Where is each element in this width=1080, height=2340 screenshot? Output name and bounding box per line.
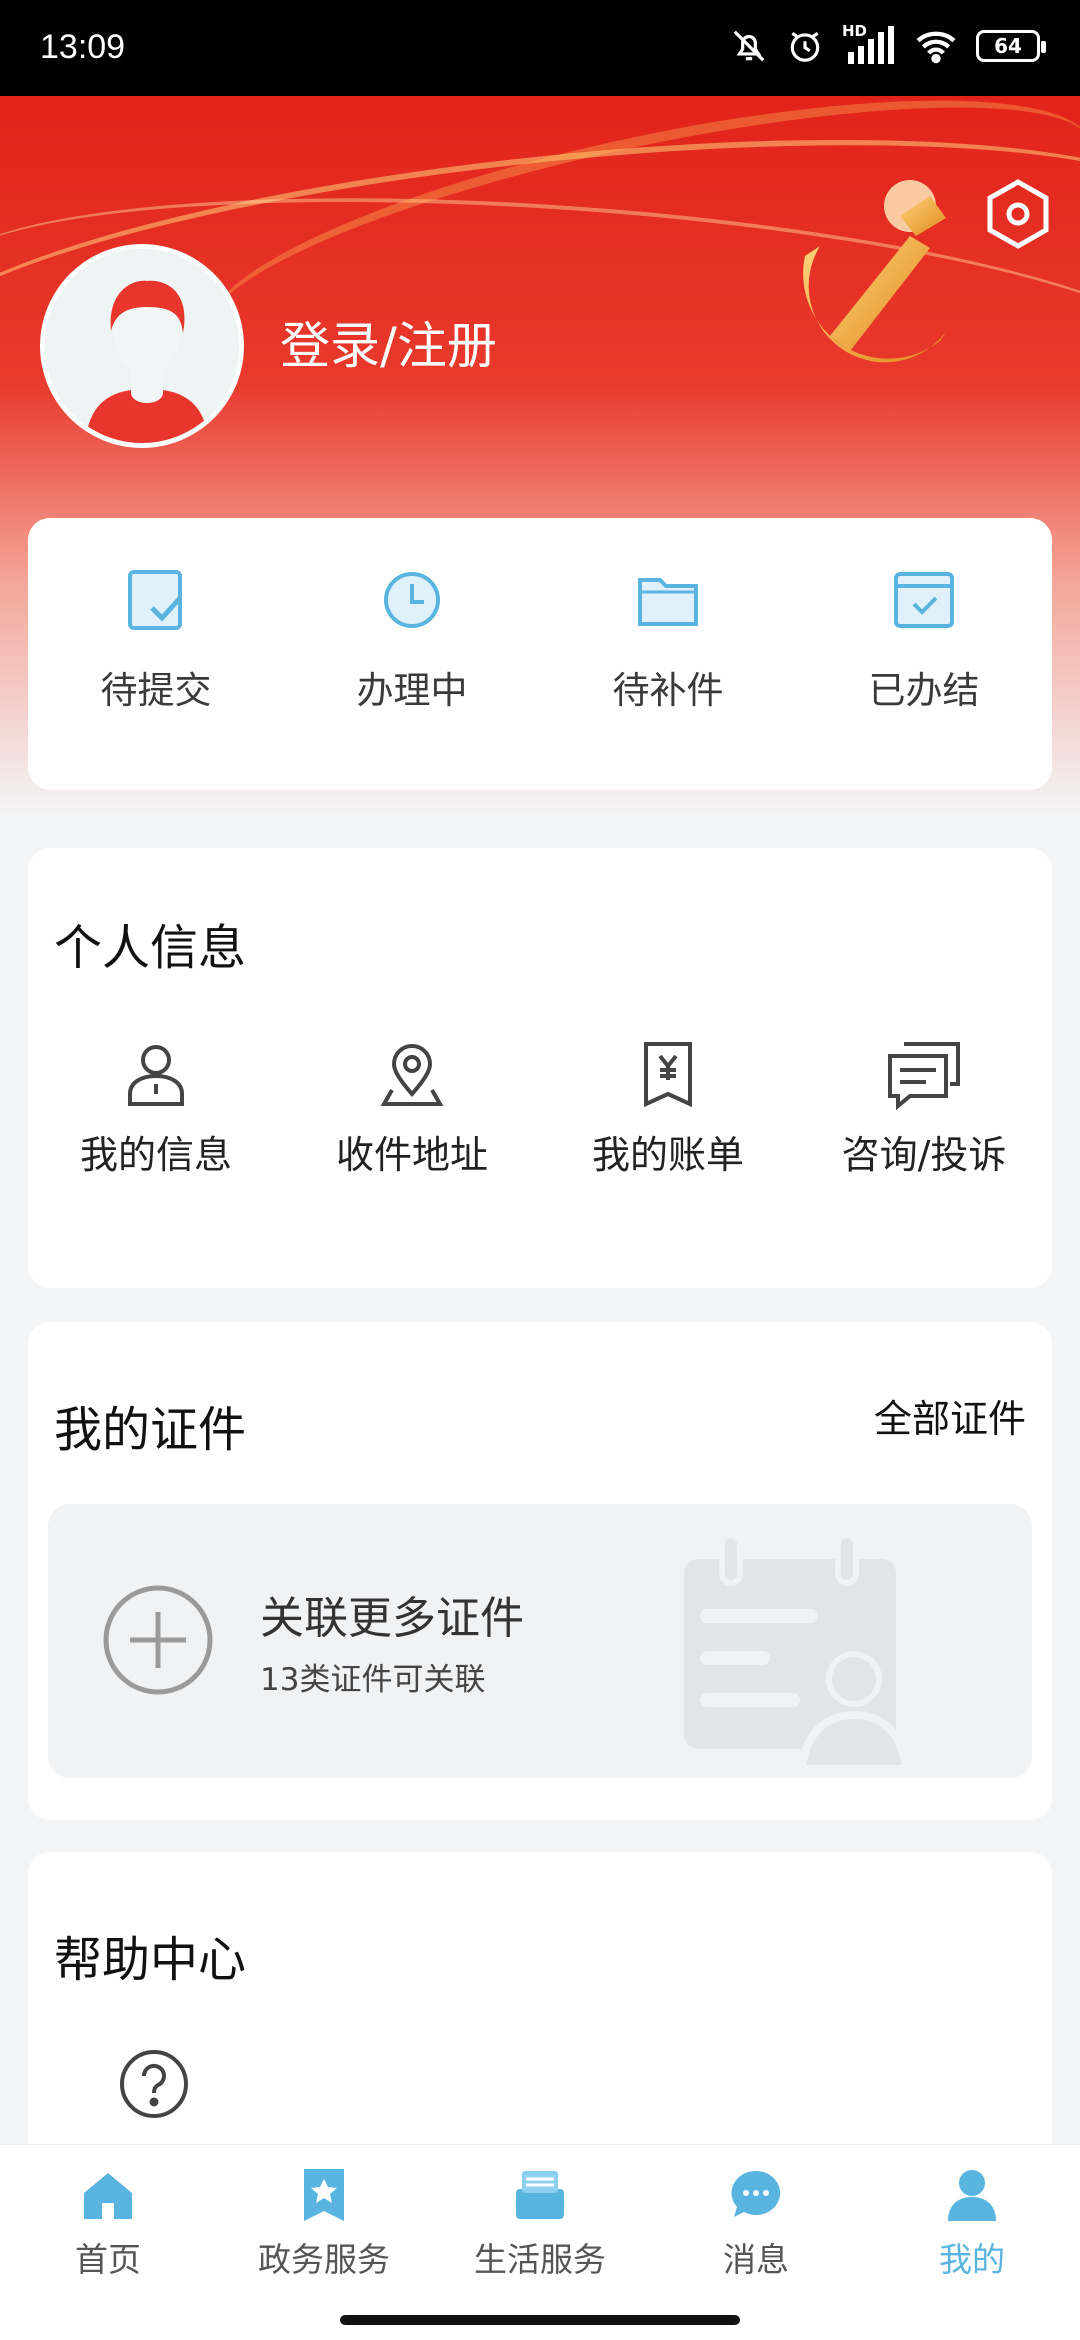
nav-government-services[interactable]: 政务服务	[216, 2165, 432, 2281]
party-emblem-icon	[803, 180, 950, 363]
status-tab-completed[interactable]: 已办结	[796, 562, 1052, 714]
status-icons: HD 64	[730, 22, 1046, 66]
submit-pending-icon	[128, 570, 182, 630]
link-certificates-box[interactable]: 关联更多证件 13类证件可关联	[48, 1504, 1032, 1778]
message-icon	[731, 2170, 781, 2217]
bottom-navigation: 首页 政务服务 生活服务 消息 我的	[0, 2144, 1080, 2340]
section-title-certificates: 我的证件	[54, 1402, 247, 1458]
profile-icon	[948, 2170, 996, 2221]
nav-label: 政务服务	[258, 2240, 390, 2279]
consult-complain-item[interactable]: 咨询/投诉	[796, 1038, 1052, 1179]
delivery-address-item[interactable]: 收件地址	[284, 1038, 540, 1179]
folder-icon	[638, 578, 698, 626]
nav-profile[interactable]: 我的	[864, 2165, 1080, 2281]
home-icon	[84, 2173, 132, 2219]
my-bill-item[interactable]: 我的账单	[540, 1038, 796, 1179]
status-tab-label: 待提交	[100, 669, 212, 712]
mute-bell-icon	[733, 30, 765, 62]
battery-level: 64	[994, 34, 1022, 58]
all-certificates-link[interactable]: 全部证件	[874, 1388, 1026, 1443]
nav-life-services[interactable]: 生活服务	[432, 2165, 648, 2281]
my-info-item[interactable]: 我的信息	[28, 1038, 284, 1179]
status-time: 13:09	[40, 28, 126, 66]
signal-icon: HD	[842, 22, 896, 66]
government-service-icon	[304, 2169, 344, 2221]
signal-hd-label: HD	[842, 22, 868, 40]
application-status-card: 待提交 办理中 待补件 已办结	[28, 518, 1052, 790]
status-bar: 13:09 HD 64	[0, 0, 1080, 96]
clock-icon	[384, 572, 440, 628]
settings-hexagon-icon[interactable]	[980, 176, 1056, 252]
section-title-help: 帮助中心	[54, 1932, 247, 1988]
chat-icon	[888, 1042, 960, 1110]
battery-icon: 64	[976, 30, 1046, 62]
user-icon	[128, 1045, 184, 1106]
plus-circle-icon	[103, 1585, 213, 1695]
linkable-certificates-count: 13类证件可关联	[260, 1662, 486, 1698]
link-more-certificates-label: 关联更多证件	[260, 1593, 524, 1644]
alarm-icon	[790, 32, 820, 62]
status-tab-processing[interactable]: 办理中	[284, 562, 540, 714]
nav-label: 我的	[939, 2240, 1005, 2279]
login-register-link[interactable]: 登录/注册	[280, 306, 497, 378]
home-indicator[interactable]	[340, 2315, 740, 2325]
my-certificates-card: 我的证件 全部证件 关联更多证件 13类证件可关联	[28, 1322, 1052, 1820]
status-tab-label: 已办结	[868, 669, 980, 712]
life-service-icon	[516, 2171, 564, 2219]
certificate-card-icon	[684, 1532, 911, 1769]
info-item-label: 收件地址	[335, 1133, 488, 1177]
nav-label: 消息	[723, 2240, 789, 2279]
nav-label: 生活服务	[474, 2240, 606, 2279]
status-tab-need-supplement[interactable]: 待补件	[540, 562, 796, 714]
status-tab-pending-submit[interactable]: 待提交	[28, 562, 284, 714]
personal-info-card: 个人信息 我的信息 收件地址 我的账单 咨询/投诉	[28, 848, 1052, 1288]
section-title-personal-info: 个人信息	[54, 920, 247, 976]
info-item-label: 咨询/投诉	[841, 1133, 1007, 1177]
info-item-label: 我的信息	[79, 1133, 232, 1177]
completed-icon	[894, 572, 954, 628]
question-circle-icon[interactable]	[118, 2048, 190, 2120]
wifi-icon	[916, 31, 956, 64]
status-tab-label: 办理中	[356, 669, 468, 712]
nav-messages[interactable]: 消息	[648, 2165, 864, 2281]
bill-icon	[644, 1042, 692, 1108]
info-item-label: 我的账单	[591, 1133, 744, 1177]
avatar[interactable]	[40, 244, 244, 448]
nav-label: 首页	[75, 2240, 141, 2279]
nav-home[interactable]: 首页	[0, 2165, 216, 2281]
location-icon	[380, 1044, 444, 1106]
status-tab-label: 待补件	[612, 669, 724, 712]
